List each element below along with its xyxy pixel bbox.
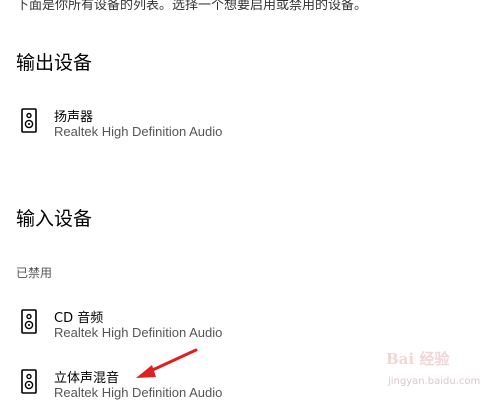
input-devices-heading: 输入设备 [16,208,93,230]
sound-devices-page: 下面是你所有设备的列表。选择一个想要启用或禁用的设备。 输出设备 扬声器 Rea… [0,0,500,400]
device-name: 立体声混音 [54,371,120,386]
speaker-icon [21,108,37,133]
watermark-brand: Bai 经验 [386,350,450,368]
watermark-url: jingyan.baidu.com [388,376,481,387]
speaker-icon [21,369,37,394]
disabled-group-label: 已禁用 [16,266,53,280]
device-driver: Realtek High Definition Audio [54,325,223,340]
device-item-cd-audio[interactable]: CD 音频 Realtek High Definition Audio [16,307,316,347]
device-name: 扬声器 [54,110,94,125]
device-driver: Realtek High Definition Audio [54,124,223,139]
red-arrow-icon [136,348,198,378]
output-devices-heading: 输出设备 [16,52,93,74]
device-name: CD 音频 [54,311,104,326]
intro-text: 下面是你所有设备的列表。选择一个想要启用或禁用的设备。 [16,0,368,13]
speaker-icon [21,309,37,334]
device-item-speaker[interactable]: 扬声器 Realtek High Definition Audio [16,106,316,146]
baidu-jingyan-watermark: Bai 经验 jingyan.baidu.com [386,348,496,394]
device-driver: Realtek High Definition Audio [54,385,223,400]
